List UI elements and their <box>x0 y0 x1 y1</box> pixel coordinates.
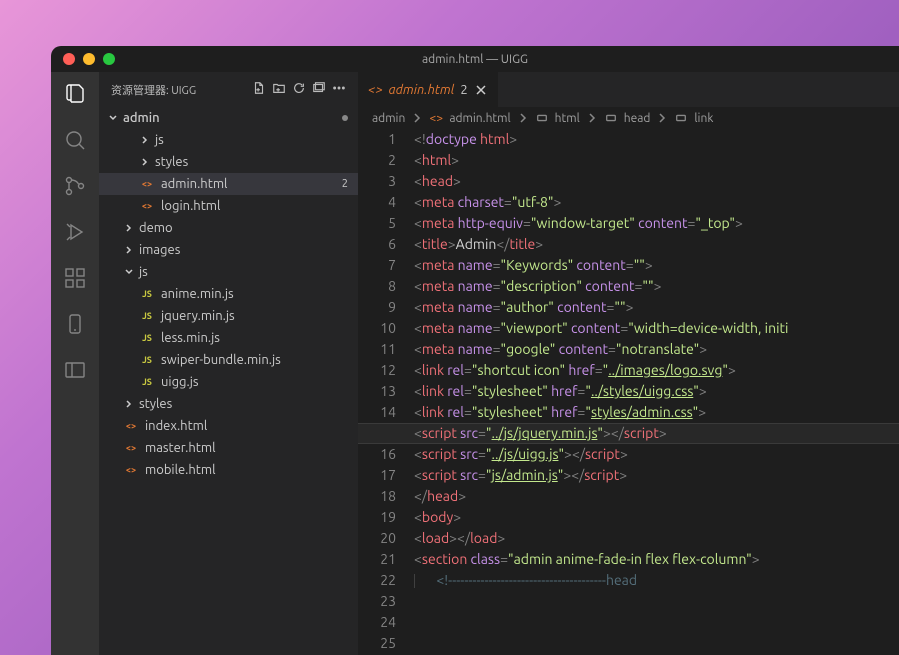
file-item[interactable]: <>admin.html2 <box>99 173 358 195</box>
debug-icon[interactable] <box>63 220 87 248</box>
explorer-icon[interactable] <box>63 82 87 110</box>
sidebar: 资源管理器: UIGG admin jsstyles<>admin.html2<… <box>99 72 358 655</box>
search-icon[interactable] <box>63 128 87 156</box>
device-icon[interactable] <box>63 312 87 340</box>
code-editor[interactable]: 1234567891011121314151617181920212223242… <box>358 129 899 655</box>
html-icon: <> <box>429 111 443 125</box>
breadcrumbs[interactable]: admin <>admin.html html head link <box>358 107 899 129</box>
file-item[interactable]: <>login.html <box>99 195 358 217</box>
tab-admin-html[interactable]: <> admin.html 2 <box>358 72 498 107</box>
activity-bar <box>51 72 99 655</box>
vscode-window: admin.html — UIGG 资源管理器: UIGG <box>51 46 899 655</box>
file-item[interactable]: <>index.html <box>99 415 358 437</box>
folder-item[interactable]: js <box>99 129 358 151</box>
file-item[interactable]: <>master.html <box>99 437 358 459</box>
js-icon: JS <box>139 352 155 368</box>
collapse-icon[interactable] <box>312 81 326 98</box>
folder-root[interactable]: admin <box>99 107 358 129</box>
html-icon: <> <box>139 198 155 214</box>
html-icon: <> <box>123 462 139 478</box>
folder-item[interactable]: js <box>99 261 358 283</box>
js-icon: JS <box>139 286 155 302</box>
js-icon: JS <box>139 374 155 390</box>
html-icon: <> <box>368 83 383 97</box>
extensions-icon[interactable] <box>63 266 87 294</box>
element-icon <box>604 111 618 125</box>
folder-item[interactable]: styles <box>99 393 358 415</box>
html-icon: <> <box>139 176 155 192</box>
file-item[interactable]: JSjquery.min.js <box>99 305 358 327</box>
folder-item[interactable]: demo <box>99 217 358 239</box>
titlebar[interactable]: admin.html — UIGG <box>51 46 899 72</box>
editor-area: <> admin.html 2 admin <>admin.html html … <box>358 72 899 655</box>
modified-dot-icon <box>342 115 348 121</box>
minimize-traffic-icon[interactable] <box>83 53 95 65</box>
window-title: admin.html — UIGG <box>422 53 528 66</box>
more-icon[interactable] <box>332 81 346 98</box>
new-folder-icon[interactable] <box>272 81 286 98</box>
element-icon <box>674 111 688 125</box>
close-icon[interactable] <box>474 83 488 97</box>
source-control-icon[interactable] <box>63 174 87 202</box>
html-icon: <> <box>123 440 139 456</box>
close-traffic-icon[interactable] <box>63 53 75 65</box>
folder-item[interactable]: images <box>99 239 358 261</box>
line-numbers: 1234567891011121314151617181920212223242… <box>358 129 414 655</box>
folder-item[interactable]: styles <box>99 151 358 173</box>
file-tree: admin jsstyles<>admin.html2<>login.htmld… <box>99 107 358 655</box>
js-icon: JS <box>139 330 155 346</box>
explorer-header: 资源管理器: UIGG <box>99 72 358 107</box>
new-file-icon[interactable] <box>252 81 266 98</box>
maximize-traffic-icon[interactable] <box>103 53 115 65</box>
panel-icon[interactable] <box>63 358 87 386</box>
file-item[interactable]: <>mobile.html <box>99 459 358 481</box>
file-item[interactable]: JSuigg.js <box>99 371 358 393</box>
tab-bar: <> admin.html 2 <box>358 72 899 107</box>
html-icon: <> <box>123 418 139 434</box>
refresh-icon[interactable] <box>292 81 306 98</box>
file-item[interactable]: JSswiper-bundle.min.js <box>99 349 358 371</box>
file-item[interactable]: JSanime.min.js <box>99 283 358 305</box>
file-item[interactable]: JSless.min.js <box>99 327 358 349</box>
element-icon <box>535 111 549 125</box>
js-icon: JS <box>139 308 155 324</box>
